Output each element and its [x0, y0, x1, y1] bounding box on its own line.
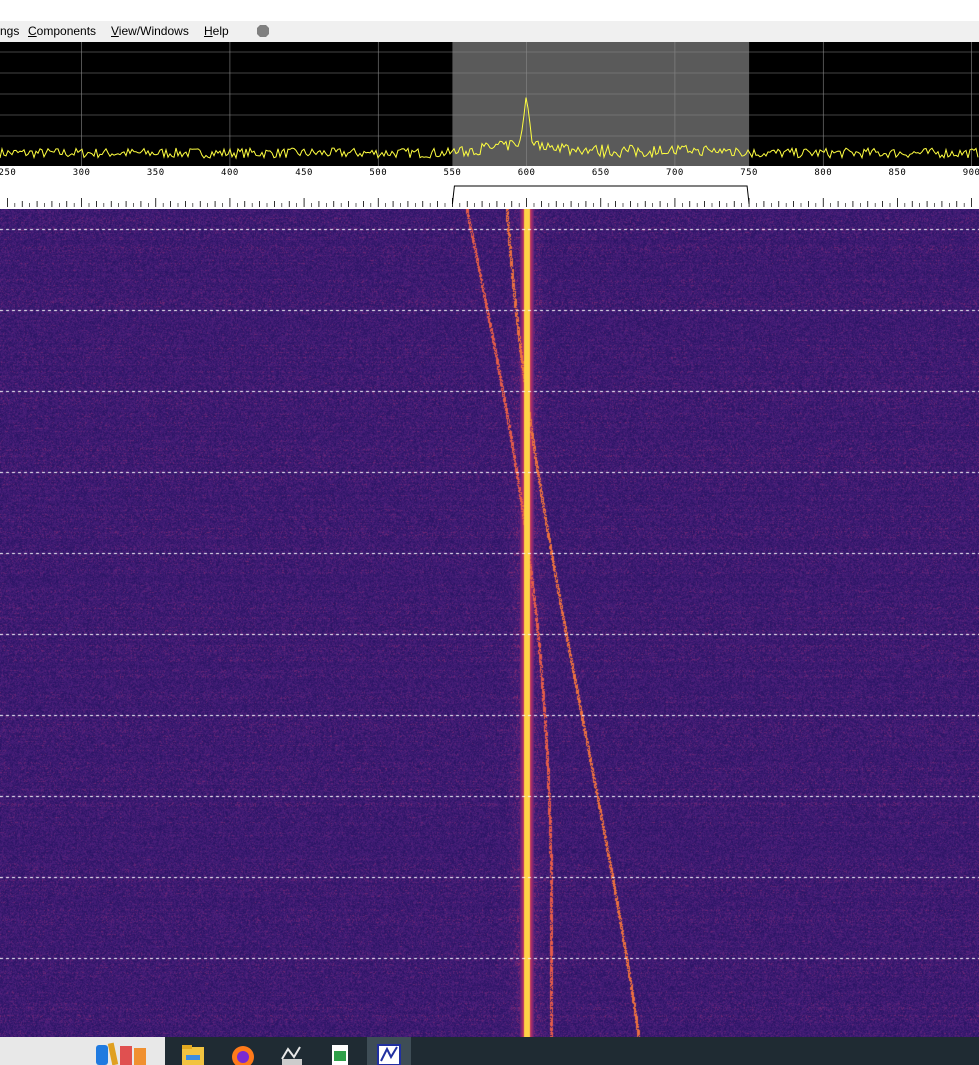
menu-settings[interactable]: ngs: [0, 24, 19, 39]
menu-view-windows[interactable]: View/Windows: [111, 24, 189, 39]
waterfall-canvas: [0, 209, 979, 1037]
sdr-app-icon[interactable]: [367, 1037, 411, 1065]
menu-help-label: elp: [212, 24, 229, 38]
menu-components-accel: C: [28, 24, 37, 38]
spreadsheet-icon[interactable]: [319, 1037, 363, 1065]
menu-view-accel: V: [111, 24, 119, 38]
morse-app-icon[interactable]: [270, 1037, 314, 1065]
window-title-bar: [0, 0, 979, 21]
ruler-ticks: [7, 185, 972, 207]
menu-components[interactable]: Components: [28, 24, 96, 39]
spectrum-plot: [0, 42, 979, 166]
menu-view-label: iew/Windows: [118, 24, 189, 38]
menu-components-label: omponents: [36, 24, 97, 38]
menu-help[interactable]: Help: [204, 24, 229, 39]
paint-apps-icon[interactable]: [92, 1037, 164, 1065]
firefox-icon[interactable]: [221, 1037, 265, 1065]
menu-bar: ngs Components View/Windows Help: [0, 21, 979, 42]
frequency-ruler[interactable]: 250 300 350 400 450 500 550 600 650 700 750 800 850 9…: [0, 166, 979, 209]
file-explorer-icon[interactable]: [172, 1037, 216, 1065]
menu-settings-label: ngs: [0, 24, 20, 38]
waterfall-display[interactable]: [0, 209, 979, 1037]
taskbar: [0, 1037, 979, 1065]
spectrum-display[interactable]: [0, 42, 979, 166]
menu-help-accel: H: [204, 24, 213, 38]
status-indicator-icon: [257, 25, 269, 37]
